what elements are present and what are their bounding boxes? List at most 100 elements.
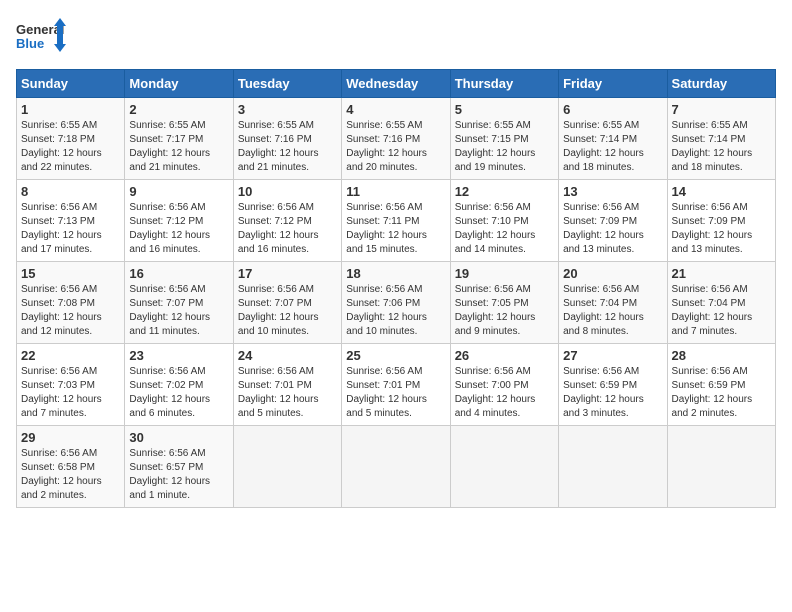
day-info: Sunrise: 6:56 AM Sunset: 7:11 PM Dayligh… xyxy=(346,201,445,257)
calendar-cell: 28Sunrise: 6:56 AM Sunset: 6:59 PM Dayli… xyxy=(667,344,775,426)
calendar-cell xyxy=(342,426,450,508)
page-header: General Blue xyxy=(16,16,776,61)
calendar-cell: 9 Sunrise: 6:56 AM Sunset: 7:12 PM Daylig… xyxy=(125,180,233,262)
day-number: 23 xyxy=(129,348,228,363)
calendar-cell: 17 Sunrise: 6:56 AM Sunset: 7:07 PM Dayli… xyxy=(233,262,341,344)
weekday-header-friday: Friday xyxy=(559,70,667,98)
day-number: 22 xyxy=(21,348,120,363)
day-info: Sunrise: 6:56 AM Sunset: 7:09 PM Dayligh… xyxy=(672,201,771,257)
day-info: Sunrise: 6:56 AM Sunset: 7:03 PM Dayligh… xyxy=(21,365,120,421)
calendar-cell: 3 Sunrise: 6:55 AM Sunset: 7:16 PM Daylig… xyxy=(233,98,341,180)
svg-text:Blue: Blue xyxy=(16,36,44,51)
calendar-cell: 27 Sunrise: 6:56 AM Sunset: 6:59 PM Dayli… xyxy=(559,344,667,426)
calendar-cell xyxy=(667,426,775,508)
day-info: Sunrise: 6:56 AM Sunset: 7:06 PM Dayligh… xyxy=(346,283,445,339)
day-info: Sunrise: 6:56 AM Sunset: 7:01 PM Dayligh… xyxy=(346,365,445,421)
weekday-header-saturday: Saturday xyxy=(667,70,775,98)
calendar-cell xyxy=(559,426,667,508)
calendar-cell: 2 Sunrise: 6:55 AM Sunset: 7:17 PM Daylig… xyxy=(125,98,233,180)
day-info: Sunrise: 6:55 AM Sunset: 7:14 PM Dayligh… xyxy=(672,119,771,175)
day-number: 12 xyxy=(455,184,554,199)
calendar-cell: 5Sunrise: 6:55 AM Sunset: 7:15 PM Daylig… xyxy=(450,98,558,180)
day-number: 10 xyxy=(238,184,337,199)
day-number: 5 xyxy=(455,102,554,117)
calendar-cell: 1 Sunrise: 6:55 AM Sunset: 7:18 PM Daylig… xyxy=(17,98,125,180)
day-info: Sunrise: 6:55 AM Sunset: 7:14 PM Dayligh… xyxy=(563,119,662,175)
day-number: 7 xyxy=(672,102,771,117)
weekday-header-row: SundayMondayTuesdayWednesdayThursdayFrid… xyxy=(17,70,776,98)
calendar-cell: 21 Sunrise: 6:56 AM Sunset: 7:04 PM Dayli… xyxy=(667,262,775,344)
calendar-cell: 24 Sunrise: 6:56 AM Sunset: 7:01 PM Dayli… xyxy=(233,344,341,426)
day-info: Sunrise: 6:56 AM Sunset: 7:05 PM Dayligh… xyxy=(455,283,554,339)
day-info: Sunrise: 6:56 AM Sunset: 7:08 PM Dayligh… xyxy=(21,283,120,339)
day-info: Sunrise: 6:56 AM Sunset: 7:12 PM Dayligh… xyxy=(238,201,337,257)
day-info: Sunrise: 6:56 AM Sunset: 7:10 PM Dayligh… xyxy=(455,201,554,257)
calendar-week-row: 29 Sunrise: 6:56 AM Sunset: 6:58 PM Dayli… xyxy=(17,426,776,508)
day-info: Sunrise: 6:56 AM Sunset: 7:02 PM Dayligh… xyxy=(129,365,228,421)
day-info: Sunrise: 6:56 AM Sunset: 7:01 PM Dayligh… xyxy=(238,365,337,421)
day-number: 28 xyxy=(672,348,771,363)
day-info: Sunrise: 6:56 AM Sunset: 7:04 PM Dayligh… xyxy=(672,283,771,339)
weekday-header-tuesday: Tuesday xyxy=(233,70,341,98)
day-number: 6 xyxy=(563,102,662,117)
day-info: Sunrise: 6:56 AM Sunset: 7:07 PM Dayligh… xyxy=(129,283,228,339)
calendar-cell: 16 Sunrise: 6:56 AM Sunset: 7:07 PM Dayli… xyxy=(125,262,233,344)
calendar-cell: 10 Sunrise: 6:56 AM Sunset: 7:12 PM Dayli… xyxy=(233,180,341,262)
calendar-cell: 14Sunrise: 6:56 AM Sunset: 7:09 PM Dayli… xyxy=(667,180,775,262)
calendar-cell xyxy=(233,426,341,508)
weekday-header-wednesday: Wednesday xyxy=(342,70,450,98)
day-number: 11 xyxy=(346,184,445,199)
day-number: 16 xyxy=(129,266,228,281)
day-info: Sunrise: 6:55 AM Sunset: 7:17 PM Dayligh… xyxy=(129,119,228,175)
calendar-cell: 12 Sunrise: 6:56 AM Sunset: 7:10 PM Dayli… xyxy=(450,180,558,262)
day-number: 13 xyxy=(563,184,662,199)
calendar-week-row: 15Sunrise: 6:56 AM Sunset: 7:08 PM Dayli… xyxy=(17,262,776,344)
day-number: 29 xyxy=(21,430,120,445)
calendar-cell: 13 Sunrise: 6:56 AM Sunset: 7:09 PM Dayli… xyxy=(559,180,667,262)
calendar-cell: 22 Sunrise: 6:56 AM Sunset: 7:03 PM Dayli… xyxy=(17,344,125,426)
day-number: 17 xyxy=(238,266,337,281)
day-number: 4 xyxy=(346,102,445,117)
calendar-week-row: 22 Sunrise: 6:56 AM Sunset: 7:03 PM Dayli… xyxy=(17,344,776,426)
calendar-cell: 26 Sunrise: 6:56 AM Sunset: 7:00 PM Dayli… xyxy=(450,344,558,426)
calendar-cell: 30Sunrise: 6:56 AM Sunset: 6:57 PM Dayli… xyxy=(125,426,233,508)
calendar-cell: 20Sunrise: 6:56 AM Sunset: 7:04 PM Dayli… xyxy=(559,262,667,344)
calendar-cell: 19 Sunrise: 6:56 AM Sunset: 7:05 PM Dayli… xyxy=(450,262,558,344)
logo: General Blue xyxy=(16,16,66,61)
day-number: 2 xyxy=(129,102,228,117)
calendar-cell: 6 Sunrise: 6:55 AM Sunset: 7:14 PM Daylig… xyxy=(559,98,667,180)
day-number: 1 xyxy=(21,102,120,117)
calendar-table: SundayMondayTuesdayWednesdayThursdayFrid… xyxy=(16,69,776,508)
calendar-cell xyxy=(450,426,558,508)
calendar-cell: 23 Sunrise: 6:56 AM Sunset: 7:02 PM Dayli… xyxy=(125,344,233,426)
day-number: 20 xyxy=(563,266,662,281)
day-info: Sunrise: 6:56 AM Sunset: 7:07 PM Dayligh… xyxy=(238,283,337,339)
logo-svg: General Blue xyxy=(16,16,66,61)
day-info: Sunrise: 6:55 AM Sunset: 7:18 PM Dayligh… xyxy=(21,119,120,175)
calendar-cell: 11 Sunrise: 6:56 AM Sunset: 7:11 PM Dayli… xyxy=(342,180,450,262)
day-number: 3 xyxy=(238,102,337,117)
day-number: 24 xyxy=(238,348,337,363)
day-info: Sunrise: 6:55 AM Sunset: 7:16 PM Dayligh… xyxy=(238,119,337,175)
day-number: 25 xyxy=(346,348,445,363)
calendar-cell: 25 Sunrise: 6:56 AM Sunset: 7:01 PM Dayli… xyxy=(342,344,450,426)
calendar-cell: 7 Sunrise: 6:55 AM Sunset: 7:14 PM Daylig… xyxy=(667,98,775,180)
day-info: Sunrise: 6:56 AM Sunset: 6:58 PM Dayligh… xyxy=(21,447,120,503)
calendar-cell: 18 Sunrise: 6:56 AM Sunset: 7:06 PM Dayli… xyxy=(342,262,450,344)
day-number: 9 xyxy=(129,184,228,199)
weekday-header-sunday: Sunday xyxy=(17,70,125,98)
calendar-cell: 4 Sunrise: 6:55 AM Sunset: 7:16 PM Daylig… xyxy=(342,98,450,180)
day-info: Sunrise: 6:56 AM Sunset: 6:59 PM Dayligh… xyxy=(563,365,662,421)
day-info: Sunrise: 6:56 AM Sunset: 7:09 PM Dayligh… xyxy=(563,201,662,257)
day-number: 26 xyxy=(455,348,554,363)
day-number: 19 xyxy=(455,266,554,281)
day-info: Sunrise: 6:56 AM Sunset: 7:00 PM Dayligh… xyxy=(455,365,554,421)
calendar-cell: 15Sunrise: 6:56 AM Sunset: 7:08 PM Dayli… xyxy=(17,262,125,344)
day-number: 27 xyxy=(563,348,662,363)
day-info: Sunrise: 6:56 AM Sunset: 7:12 PM Dayligh… xyxy=(129,201,228,257)
calendar-cell: 8Sunrise: 6:56 AM Sunset: 7:13 PM Daylig… xyxy=(17,180,125,262)
day-number: 21 xyxy=(672,266,771,281)
day-info: Sunrise: 6:55 AM Sunset: 7:16 PM Dayligh… xyxy=(346,119,445,175)
calendar-cell: 29 Sunrise: 6:56 AM Sunset: 6:58 PM Dayli… xyxy=(17,426,125,508)
day-number: 18 xyxy=(346,266,445,281)
